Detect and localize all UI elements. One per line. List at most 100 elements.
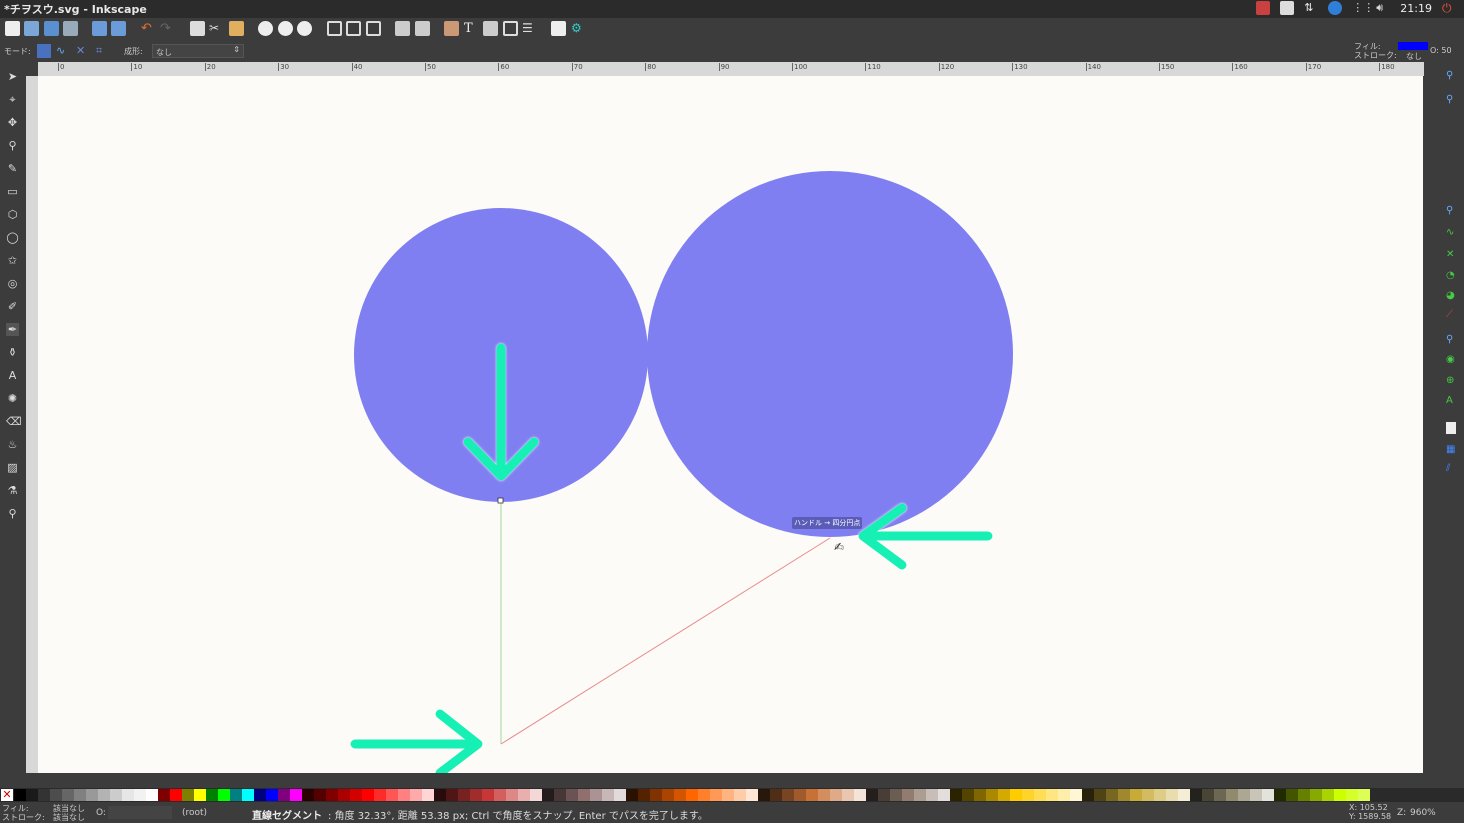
color-swatch[interactable]: [350, 789, 362, 801]
color-swatch[interactable]: [254, 789, 266, 801]
color-swatch[interactable]: [950, 789, 962, 801]
color-swatch[interactable]: [974, 789, 986, 801]
color-swatch[interactable]: [530, 789, 542, 801]
color-swatch[interactable]: [1154, 789, 1166, 801]
color-swatch[interactable]: [1274, 789, 1286, 801]
group-icon[interactable]: [395, 21, 410, 36]
large-circle[interactable]: [647, 171, 1013, 537]
snap-bbox-icon[interactable]: ⚲: [1446, 94, 1458, 106]
zoom-drawing-icon[interactable]: [278, 21, 293, 36]
snap-nodes-icon[interactable]: ⚲: [1446, 205, 1458, 217]
color-swatch[interactable]: [182, 789, 194, 801]
color-swatch[interactable]: [542, 789, 554, 801]
color-swatch[interactable]: [1334, 789, 1346, 801]
opacity-indicator[interactable]: O: 50: [1430, 46, 1452, 55]
clone-icon[interactable]: [346, 21, 361, 36]
color-swatch[interactable]: [74, 789, 86, 801]
color-swatch[interactable]: [998, 789, 1010, 801]
pencil-tool-icon[interactable]: ✐: [6, 300, 19, 313]
color-swatch[interactable]: [38, 789, 50, 801]
color-swatch[interactable]: [518, 789, 530, 801]
color-swatch[interactable]: [674, 789, 686, 801]
color-swatch[interactable]: [734, 789, 746, 801]
color-swatch[interactable]: [1238, 789, 1250, 801]
color-swatch[interactable]: [374, 789, 386, 801]
eraser-tool-icon[interactable]: ⌫: [6, 415, 22, 428]
color-swatch[interactable]: [1166, 789, 1178, 801]
color-swatch[interactable]: [626, 789, 638, 801]
color-swatch[interactable]: [146, 789, 158, 801]
color-swatch[interactable]: [434, 789, 446, 801]
horizontal-ruler[interactable]: 0 10 20 30 40 50 60 70 80 90 100 110 120 130 140 150 160…: [38, 62, 1424, 76]
color-swatch[interactable]: [590, 789, 602, 801]
measure-tool-icon[interactable]: ✎: [6, 162, 19, 175]
bspline-mode-icon[interactable]: ✕: [76, 44, 90, 58]
paste-icon[interactable]: [229, 21, 244, 36]
color-swatch[interactable]: [338, 789, 350, 801]
color-swatch[interactable]: [446, 789, 458, 801]
text-font-icon[interactable]: T: [464, 21, 479, 36]
color-swatch[interactable]: [878, 789, 890, 801]
color-swatch[interactable]: [422, 789, 434, 801]
color-swatch[interactable]: [98, 789, 110, 801]
color-swatch[interactable]: [1082, 789, 1094, 801]
zoom-tool-icon[interactable]: ⚲: [6, 139, 19, 152]
bezier-mode-icon[interactable]: [37, 44, 51, 58]
node-tool-icon[interactable]: ⌖: [6, 93, 19, 106]
color-swatch[interactable]: [566, 789, 578, 801]
color-swatch[interactable]: [1010, 789, 1022, 801]
color-swatch[interactable]: [1298, 789, 1310, 801]
color-swatch[interactable]: [1118, 789, 1130, 801]
color-swatch[interactable]: [842, 789, 854, 801]
document-properties-icon[interactable]: [551, 21, 566, 36]
layer-selector[interactable]: (root): [182, 808, 207, 818]
color-swatch[interactable]: [1190, 789, 1202, 801]
cut-icon[interactable]: ✂: [209, 21, 224, 36]
color-swatch[interactable]: [482, 789, 494, 801]
color-swatch[interactable]: [62, 789, 74, 801]
bluetooth-icon[interactable]: [1328, 1, 1343, 15]
color-swatch[interactable]: [494, 789, 506, 801]
color-swatch[interactable]: [794, 789, 806, 801]
star-tool-icon[interactable]: ✩: [6, 254, 19, 267]
selector-tool-icon[interactable]: ➤: [6, 70, 19, 83]
color-swatch[interactable]: [206, 789, 218, 801]
3d-box-tool-icon[interactable]: ⬡: [6, 208, 19, 221]
color-swatch[interactable]: [818, 789, 830, 801]
snap-grid-icon[interactable]: ▦: [1446, 444, 1458, 456]
color-swatch[interactable]: [1070, 789, 1082, 801]
snap-text-baseline-icon[interactable]: ⊕: [1446, 375, 1458, 387]
color-swatch[interactable]: [554, 789, 566, 801]
color-swatch[interactable]: [86, 789, 98, 801]
snap-smooth-icon[interactable]: ◔: [1446, 270, 1458, 282]
color-swatch[interactable]: [1322, 789, 1334, 801]
color-swatch[interactable]: [314, 789, 326, 801]
copy-icon[interactable]: [190, 21, 205, 36]
color-swatch[interactable]: [1142, 789, 1154, 801]
snap-rotation-icon[interactable]: ◉: [1446, 354, 1458, 366]
xml-editor-icon[interactable]: [503, 21, 518, 36]
color-swatch[interactable]: [326, 789, 338, 801]
color-swatch[interactable]: [134, 789, 146, 801]
snap-guide-icon[interactable]: ⫽: [1446, 463, 1458, 475]
color-swatch[interactable]: [170, 789, 182, 801]
color-swatch[interactable]: [578, 789, 590, 801]
rectangle-tool-icon[interactable]: ▭: [6, 185, 19, 198]
bucket-tool-icon[interactable]: ♨: [6, 438, 19, 451]
color-swatch[interactable]: [362, 789, 374, 801]
color-swatch[interactable]: [218, 789, 230, 801]
color-swatch[interactable]: [770, 789, 782, 801]
color-swatch[interactable]: [290, 789, 302, 801]
color-swatch[interactable]: [650, 789, 662, 801]
spiral-tool-icon[interactable]: ◎: [6, 277, 19, 290]
color-swatch[interactable]: [1214, 789, 1226, 801]
paraxial-mode-icon[interactable]: ⌗: [96, 44, 110, 58]
snap-others-icon[interactable]: ⚲: [1446, 334, 1458, 346]
color-swatch[interactable]: [1250, 789, 1262, 801]
color-swatch[interactable]: [506, 789, 518, 801]
opacity-spinner[interactable]: [108, 806, 172, 819]
path-node[interactable]: [497, 497, 504, 504]
color-swatch[interactable]: [602, 789, 614, 801]
color-swatch[interactable]: [854, 789, 866, 801]
color-swatch[interactable]: [386, 789, 398, 801]
